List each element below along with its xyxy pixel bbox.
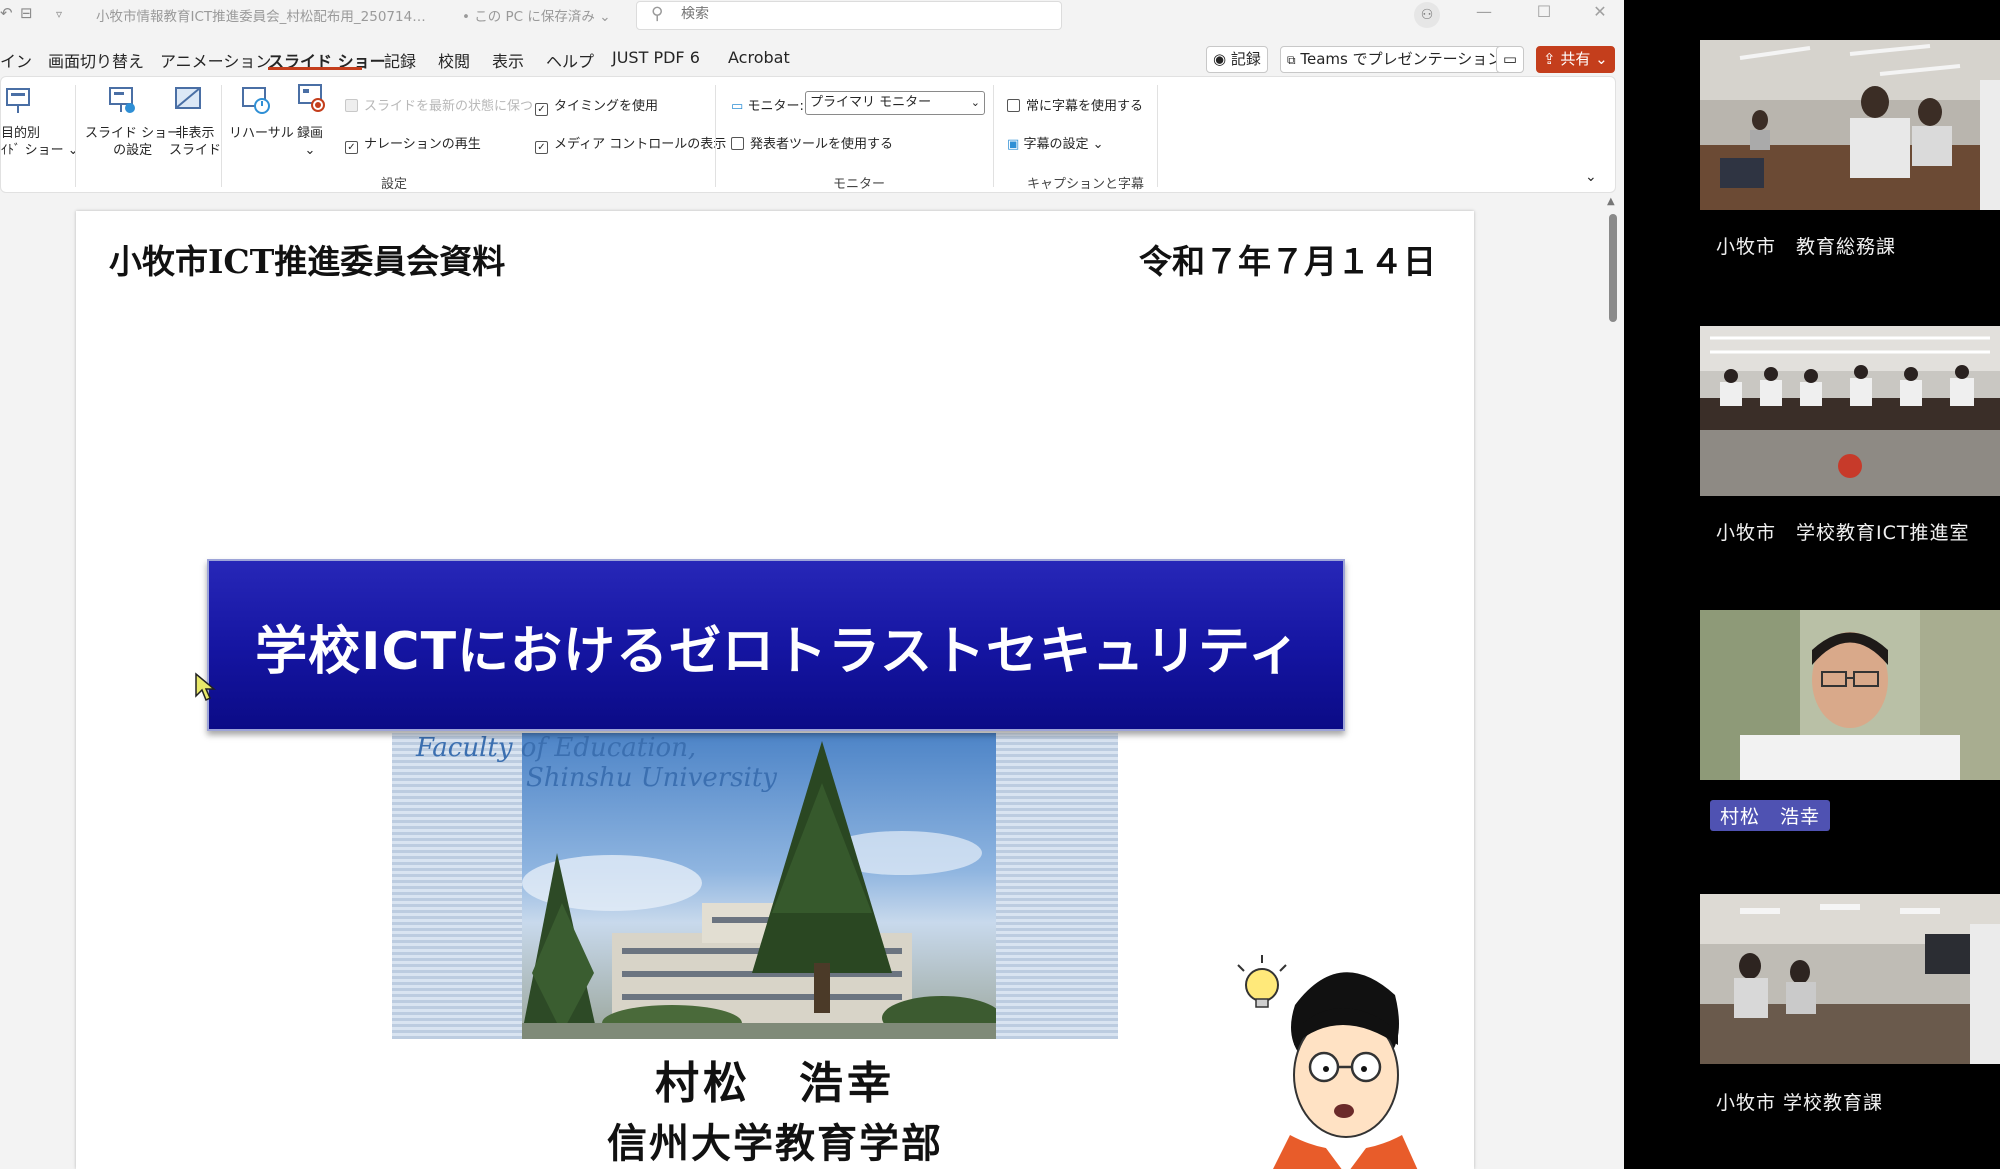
record-slideshow-icon	[298, 84, 325, 112]
tab-design[interactable]: イン	[0, 48, 32, 72]
title-bar: ↶ ⊟ ▿ 小牧市情報教育ICT推進委員会_村松配布用_250714… • この…	[0, 0, 1624, 30]
teams-icon: ⧉	[1287, 53, 1296, 67]
slide-header-date: 令和７年７月１４日	[1139, 242, 1436, 281]
tab-view[interactable]: 表示	[492, 48, 524, 72]
close-icon[interactable]: ✕	[1580, 2, 1620, 21]
lightbulb-icon	[1237, 955, 1287, 1008]
slideshow-start-icon[interactable]: ⊟	[20, 4, 33, 22]
monitor-dropdown[interactable]: プライマリ モニター ⌄	[805, 91, 985, 115]
ribbon-panel: 目的別 ｲﾄﾞ ショー ⌄ スライド ショー の設定 非表示 スライド リハーサ…	[0, 76, 1616, 193]
slide-canvas[interactable]: 小牧市ICT推進委員会資料 令和７年７月１４日 Faculty of Educa…	[76, 211, 1474, 1169]
vertical-scrollbar[interactable]	[1606, 196, 1620, 1169]
slide-title-banner: 学校ICTにおけるゼロトラストセキュリティ	[207, 559, 1345, 731]
active-speaker-video-tile[interactable]	[1700, 610, 2000, 780]
powerpoint-window: ↶ ⊟ ▿ 小牧市情報教育ICT推進委員会_村松配布用_250714… • この…	[0, 0, 1624, 1169]
search-input[interactable]	[681, 6, 1041, 22]
search-icon: ⚲	[651, 4, 664, 24]
ribbon-separator	[1157, 85, 1158, 187]
subtitle-settings-icon: ▣	[1007, 137, 1020, 152]
group-label-monitors: モニター	[833, 177, 886, 192]
active-speaker-name: 村松 浩幸	[1710, 800, 1831, 831]
scroll-up-arrow-icon[interactable]: ▲	[1607, 196, 1615, 207]
participant-name: 小牧市 学校教育課	[1716, 1092, 1884, 1114]
checkbox-box	[1007, 99, 1020, 112]
search-box[interactable]: ⚲	[636, 1, 1062, 30]
hide-slide-icon	[175, 87, 201, 109]
cartoon-character-illustration	[1237, 955, 1418, 1169]
comment-icon[interactable]: ▭	[1496, 46, 1524, 73]
play-narrations-checkbox[interactable]: ✓ ナレーションの再生	[345, 133, 481, 154]
tab-animations[interactable]: アニメーション	[160, 48, 271, 72]
group-label-setup: 設定	[381, 177, 408, 192]
checkmark-icon: ✓	[345, 141, 358, 154]
maximize-icon[interactable]: ☐	[1524, 2, 1564, 21]
document-title: 小牧市情報教育ICT推進委員会_村松配布用_250714…	[96, 9, 426, 25]
record-slideshow-button[interactable]: 録画 ⌄	[297, 125, 323, 159]
presenter-view-checkbox[interactable]: 発表者ツールを使用する	[731, 133, 893, 152]
active-tab-indicator	[268, 67, 362, 70]
rehearse-timings-icon	[242, 87, 270, 114]
show-media-controls-checkbox[interactable]: ✓ メディア コントロールの表示	[535, 133, 726, 154]
quick-access-dropdown-icon[interactable]: ▿	[56, 7, 62, 21]
checkmark-icon: ✓	[535, 141, 548, 154]
slide-header-left: 小牧市ICT推進委員会資料	[109, 242, 506, 281]
tab-acrobat[interactable]: Acrobat	[728, 48, 790, 67]
share-button[interactable]: ⇪ 共有 ⌄	[1536, 46, 1615, 73]
ribbon-separator	[715, 85, 716, 187]
video-feed-speaker	[1700, 610, 2000, 780]
hide-slide-button[interactable]: 非表示 スライド	[169, 125, 221, 159]
photo-caption: Faculty of Education, Shinshu University	[416, 733, 777, 793]
use-timings-checkbox[interactable]: ✓ タイミングを使用	[535, 95, 658, 116]
share-icon: ⇪	[1543, 50, 1556, 68]
chevron-down-icon: ⌄	[970, 96, 980, 109]
participant-name: 小牧市 学校教育ICT推進室	[1716, 522, 1970, 544]
university-photo: Faculty of Education, Shinshu University	[392, 733, 1118, 1039]
participant-name: 小牧市 教育総務課	[1716, 236, 1897, 258]
video-feed-room-2	[1700, 326, 2000, 496]
group-label-captions: キャプションと字幕	[1027, 177, 1145, 192]
teams-present-button[interactable]: ⧉ Teams でプレゼンテーション	[1280, 46, 1510, 73]
tab-review[interactable]: 校閲	[438, 48, 470, 72]
share-label: 共有 ⌄	[1560, 50, 1608, 68]
teams-present-label: Teams でプレゼンテーション	[1300, 50, 1503, 68]
monitor-label: ▭ モニター:	[731, 99, 804, 114]
ribbon-separator	[221, 85, 222, 187]
ribbon-separator	[993, 85, 994, 187]
custom-show-button[interactable]: 目的別 ｲﾄﾞ ショー ⌄	[1, 125, 79, 159]
checkbox-box	[731, 137, 744, 150]
minimize-icon[interactable]: —	[1464, 2, 1504, 21]
rehearse-timings-button[interactable]: リハーサル	[229, 125, 294, 142]
participant-video-tile[interactable]	[1700, 40, 2000, 210]
keep-slides-updated-checkbox: スライドを最新の状態に保つ	[345, 95, 533, 114]
participant-video-tile[interactable]	[1700, 894, 2000, 1064]
checkmark-icon: ✓	[535, 103, 548, 116]
tab-transitions[interactable]: 画面切り替え	[48, 48, 144, 72]
teams-participant-panel: 小牧市 教育総務課 小牧市 学校教育ICT推進室 村松 浩幸 小牧市 学校教育課	[1624, 0, 2000, 1169]
mouse-cursor-icon	[195, 672, 216, 702]
setup-slideshow-icon	[109, 87, 135, 113]
scrollbar-thumb[interactable]	[1609, 214, 1617, 322]
account-avatar-icon[interactable]: ⚇	[1414, 2, 1440, 28]
video-feed-room-1	[1700, 40, 2000, 210]
save-status[interactable]: • この PC に保存済み ⌄	[462, 5, 611, 25]
setup-slideshow-button[interactable]: スライド ショー の設定	[85, 125, 180, 159]
ribbon-collapse-chevron-icon[interactable]: ⌄	[1585, 169, 1597, 186]
ribbon-separator	[75, 85, 76, 187]
subtitle-settings-button[interactable]: ▣ 字幕の設定 ⌄	[1007, 133, 1103, 152]
undo-icon[interactable]: ↶	[0, 4, 13, 22]
tab-just-pdf[interactable]: JUST PDF 6	[612, 48, 700, 67]
video-feed-room-3	[1700, 894, 2000, 1064]
slide-title: 学校ICTにおけるゼロトラストセキュリティ	[255, 622, 1301, 682]
custom-show-icon	[6, 88, 30, 113]
tab-record[interactable]: 記録	[384, 48, 416, 72]
always-use-subtitles-checkbox[interactable]: 常に字幕を使用する	[1007, 95, 1143, 114]
tab-help[interactable]: ヘルプ	[546, 48, 594, 72]
monitor-icon: ▭	[731, 99, 744, 114]
record-button[interactable]: ◉ 記録	[1206, 46, 1268, 73]
participant-video-tile[interactable]	[1700, 326, 2000, 496]
checkbox-box	[345, 99, 358, 112]
